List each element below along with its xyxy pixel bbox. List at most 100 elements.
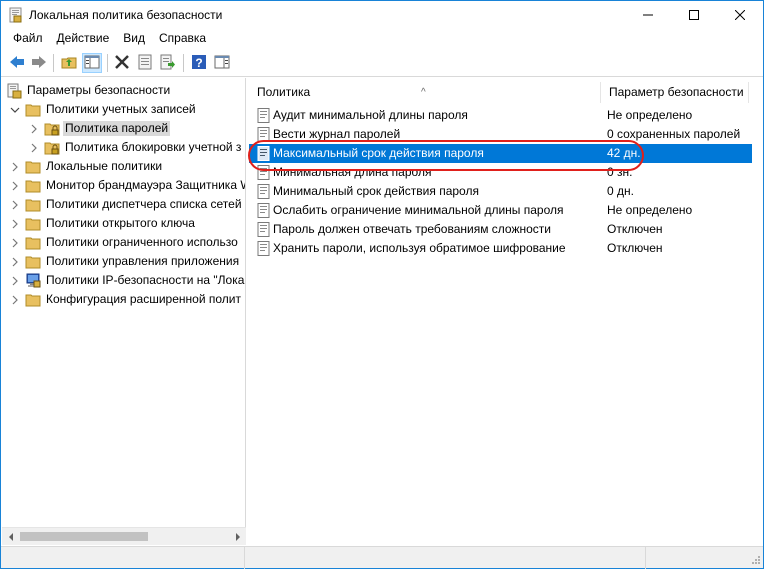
resize-grip-icon[interactable] xyxy=(749,555,761,567)
list-item[interactable]: Минимальный срок действия пароля 0 дн. xyxy=(249,182,752,201)
policy-doc-icon xyxy=(257,241,271,256)
show-hide-tree-button[interactable] xyxy=(82,53,102,73)
policy-doc-icon xyxy=(257,203,271,218)
tree-item-label: Политики диспетчера списка сетей xyxy=(46,197,242,211)
tree-item-label: Политика блокировки учетной з xyxy=(65,140,242,154)
chevron-right-icon[interactable] xyxy=(29,123,39,134)
list-item[interactable]: Хранить пароли, используя обратимое шифр… xyxy=(249,239,752,258)
list-item[interactable]: Вести журнал паролей 0 сохраненных парол… xyxy=(249,125,752,144)
forward-button[interactable] xyxy=(29,53,49,73)
list-item[interactable]: Ослабить ограничение минимальной длины п… xyxy=(249,201,752,220)
scroll-left-button[interactable] xyxy=(2,528,19,545)
policy-doc-icon xyxy=(257,184,271,199)
status-cell xyxy=(1,547,245,569)
close-button[interactable] xyxy=(717,1,763,29)
folder-icon xyxy=(25,178,41,194)
tree-item-account-policies[interactable]: Политики учетных записей xyxy=(2,100,245,119)
tree-item-account-lockout-policy[interactable]: Политика блокировки учетной з xyxy=(2,138,245,157)
chevron-right-icon[interactable] xyxy=(10,161,20,172)
chevron-right-icon[interactable] xyxy=(10,294,20,305)
chevron-right-icon[interactable] xyxy=(29,142,39,153)
column-header-policy[interactable]: Политика ^ xyxy=(249,82,601,103)
help-icon: ? xyxy=(191,54,207,73)
tree-item-firewall-monitor[interactable]: Монитор брандмауэра Защитника W xyxy=(2,176,245,195)
policy-name: Максимальный срок действия пароля xyxy=(273,146,484,160)
list-item[interactable]: Аудит минимальной длины пароля Не опреде… xyxy=(249,106,752,125)
up-level-button[interactable] xyxy=(59,53,79,73)
menu-help[interactable]: Справка xyxy=(152,29,213,49)
policy-doc-icon xyxy=(257,222,271,237)
chevron-right-icon[interactable] xyxy=(10,275,20,286)
scroll-right-button[interactable] xyxy=(229,528,246,545)
policy-value: Не определено xyxy=(607,108,693,122)
column-header-label: Политика xyxy=(257,85,311,99)
list-item-selected[interactable]: Максимальный срок действия пароля 42 дн. xyxy=(249,144,752,163)
tree-item-label: Конфигурация расширенной полит xyxy=(46,292,241,306)
policy-doc-icon xyxy=(257,146,271,161)
folder-icon xyxy=(25,197,41,213)
tree-item-local-policies[interactable]: Локальные политики xyxy=(2,157,245,176)
menu-file[interactable]: Файл xyxy=(6,29,50,49)
tree-horizontal-scrollbar[interactable] xyxy=(2,527,246,545)
chevron-right-icon[interactable] xyxy=(10,218,20,229)
menu-action[interactable]: Действие xyxy=(50,29,117,49)
help-button[interactable]: ? xyxy=(189,53,209,73)
svg-text:?: ? xyxy=(195,56,202,70)
policy-name: Пароль должен отвечать требованиям сложн… xyxy=(273,222,551,236)
column-header-security-setting[interactable]: Параметр безопасности xyxy=(601,82,749,103)
toolbar: ? xyxy=(1,49,763,77)
policy-value: Не определено xyxy=(607,203,693,217)
scroll-thumb[interactable] xyxy=(20,532,148,541)
export-list-button[interactable] xyxy=(158,53,178,73)
column-header-label: Параметр безопасности xyxy=(609,85,744,99)
delete-button[interactable] xyxy=(112,53,132,73)
status-bar xyxy=(1,546,763,569)
maximize-button[interactable] xyxy=(671,1,717,29)
tree-item-label: Локальные политики xyxy=(46,159,163,173)
list-item[interactable]: Пароль должен отвечать требованиям сложн… xyxy=(249,220,752,239)
policy-name: Хранить пароли, используя обратимое шифр… xyxy=(273,241,566,255)
policy-value: 0 сохраненных паролей xyxy=(607,127,741,141)
window-title: Локальная политика безопасности xyxy=(29,8,223,22)
tree-item-application-control[interactable]: Политики управления приложения xyxy=(2,252,245,271)
results-list[interactable]: Политика ^ Параметр безопасности Аудит м… xyxy=(249,78,763,545)
show-hide-action-pane-button[interactable] xyxy=(212,53,232,73)
policy-doc-icon xyxy=(257,127,271,142)
policy-name: Аудит минимальной длины пароля xyxy=(273,108,468,122)
properties-icon xyxy=(137,54,153,73)
chevron-right-icon[interactable] xyxy=(10,256,20,267)
tree-item-password-policy[interactable]: Политика паролей xyxy=(2,119,245,138)
security-policy-app-icon xyxy=(8,7,24,23)
security-settings-icon xyxy=(6,83,22,99)
scroll-right-icon xyxy=(234,530,242,544)
folder-icon xyxy=(25,102,41,118)
minimize-button[interactable] xyxy=(625,1,671,29)
tree-item-network-list-manager[interactable]: Политики диспетчера списка сетей xyxy=(2,195,245,214)
forward-icon xyxy=(31,54,47,73)
tree-item-label: Политики открытого ключа xyxy=(46,216,195,230)
tree-item-security-settings[interactable]: Параметры безопасности xyxy=(2,81,245,100)
console-tree[interactable]: Параметры безопасности Политики учетных … xyxy=(2,78,246,545)
list-item[interactable]: Минимальная длина пароля 0 зн. xyxy=(249,163,752,182)
tree-item-ip-security[interactable]: Политики IP-безопасности на "Лока xyxy=(2,271,245,290)
scroll-left-icon xyxy=(7,530,15,544)
tree-item-public-key-policies[interactable]: Политики открытого ключа xyxy=(2,214,245,233)
chevron-right-icon[interactable] xyxy=(10,180,20,191)
title-bar[interactable]: Локальная политика безопасности xyxy=(1,1,763,29)
ip-security-icon xyxy=(25,273,41,289)
up-folder-icon xyxy=(61,54,77,73)
properties-button[interactable] xyxy=(135,53,155,73)
back-button[interactable] xyxy=(7,53,27,73)
chevron-right-icon[interactable] xyxy=(10,199,20,210)
policy-name: Минимальный срок действия пароля xyxy=(273,184,479,198)
locked-folder-icon xyxy=(44,140,60,156)
policy-value: 0 зн. xyxy=(607,165,633,179)
menu-view[interactable]: Вид xyxy=(116,29,152,49)
policy-value: 42 дн. xyxy=(607,146,641,160)
chevron-right-icon[interactable] xyxy=(10,237,20,248)
tree-item-advanced-audit[interactable]: Конфигурация расширенной полит xyxy=(2,290,245,309)
export-list-icon xyxy=(160,54,176,73)
tree-item-software-restriction[interactable]: Политики ограниченного использо xyxy=(2,233,245,252)
status-cell xyxy=(246,547,646,569)
chevron-down-icon[interactable] xyxy=(10,104,20,114)
